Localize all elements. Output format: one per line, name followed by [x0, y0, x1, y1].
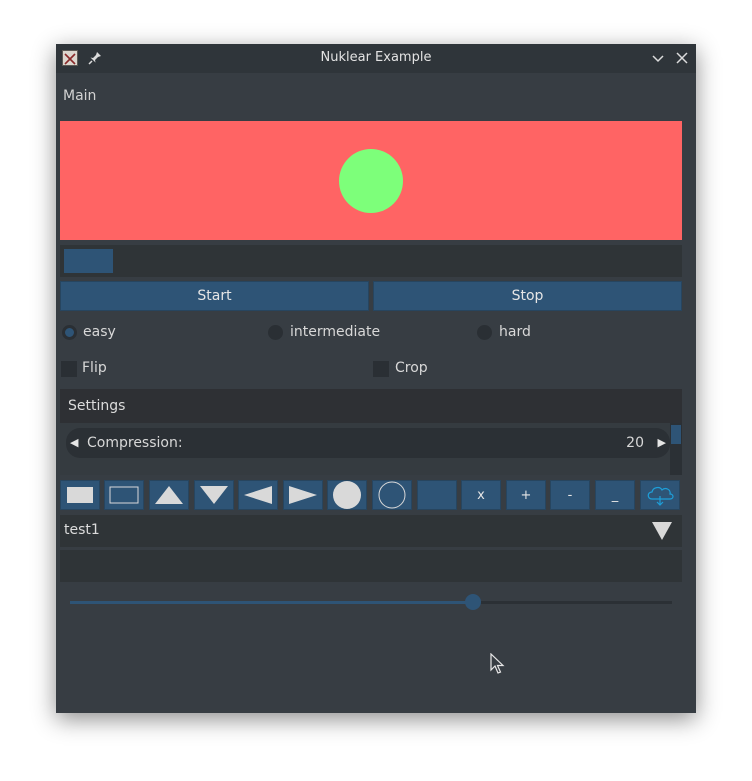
radio-intermediate-label: intermediate: [290, 324, 381, 340]
mouse-cursor-icon: [490, 653, 505, 674]
compression-label: Compression:: [87, 435, 183, 451]
combo-selected-value: test1: [64, 522, 100, 538]
triangle-down-icon[interactable]: [652, 521, 672, 541]
triangle-right-button[interactable]: [283, 480, 323, 510]
rect-outline-icon: [109, 486, 139, 504]
decrement-arrow-icon[interactable]: ◀: [70, 436, 78, 449]
close-icon[interactable]: [674, 50, 690, 66]
flip-checkbox[interactable]: [61, 361, 77, 377]
start-button[interactable]: Start: [60, 281, 369, 311]
main-label: Main: [63, 88, 97, 104]
minus-button[interactable]: -: [550, 480, 590, 510]
radio-hard[interactable]: [477, 325, 492, 340]
scrollbar-thumb[interactable]: [671, 425, 681, 444]
slider-knob[interactable]: [465, 594, 481, 610]
compression-value[interactable]: 20: [626, 435, 644, 451]
stop-button[interactable]: Stop: [373, 281, 682, 311]
progress-bar[interactable]: [60, 245, 682, 277]
rect-solid-icon: [67, 487, 93, 503]
radio-intermediate[interactable]: [268, 325, 283, 340]
triangle-up-icon: [155, 486, 183, 504]
slider-fill: [70, 601, 473, 604]
radio-hard-label: hard: [499, 324, 531, 340]
triangle-left-icon: [244, 486, 272, 504]
plus-button[interactable]: +: [506, 480, 546, 510]
app-window: Nuklear Example Main Start Stop easy int…: [56, 44, 696, 713]
flip-label: Flip: [82, 360, 107, 376]
triangle-down-button[interactable]: [194, 480, 234, 510]
underscore-button[interactable]: _: [595, 480, 635, 510]
circle-outline-button[interactable]: [372, 480, 412, 510]
triangle-left-button[interactable]: [238, 480, 278, 510]
slider-track[interactable]: [70, 601, 672, 604]
combo-box[interactable]: test1: [60, 515, 682, 547]
crop-checkbox[interactable]: [373, 361, 389, 377]
circle-outline-icon: [378, 481, 406, 509]
settings-group-body: ◀ Compression: 20 ▶: [60, 423, 682, 475]
radio-easy[interactable]: [62, 325, 77, 340]
blank-button[interactable]: [417, 480, 457, 510]
triangle-up-button[interactable]: [149, 480, 189, 510]
green-circle: [339, 149, 403, 213]
rect-outline-button[interactable]: [104, 480, 144, 510]
crop-label: Crop: [395, 360, 428, 376]
rect-solid-button[interactable]: [60, 480, 100, 510]
circle-solid-button[interactable]: [327, 480, 367, 510]
settings-group-header[interactable]: Settings: [60, 389, 682, 423]
settings-scrollbar[interactable]: [670, 423, 682, 475]
progress-fill: [64, 249, 113, 273]
radio-easy-label: easy: [83, 324, 116, 340]
cloud-icon: [647, 486, 674, 506]
increment-arrow-icon[interactable]: ▶: [658, 436, 666, 449]
circle-solid-icon: [333, 481, 361, 509]
cloud-button[interactable]: [640, 480, 680, 510]
triangle-down-icon: [200, 486, 228, 504]
text-edit-field[interactable]: [60, 550, 682, 582]
minimize-chevron-icon[interactable]: [650, 50, 666, 66]
title-bar[interactable]: Nuklear Example: [56, 44, 696, 73]
x-button[interactable]: x: [461, 480, 501, 510]
triangle-right-icon: [289, 486, 317, 504]
window-title: Nuklear Example: [320, 50, 432, 65]
compression-property[interactable]: ◀ Compression: 20 ▶: [66, 428, 670, 458]
